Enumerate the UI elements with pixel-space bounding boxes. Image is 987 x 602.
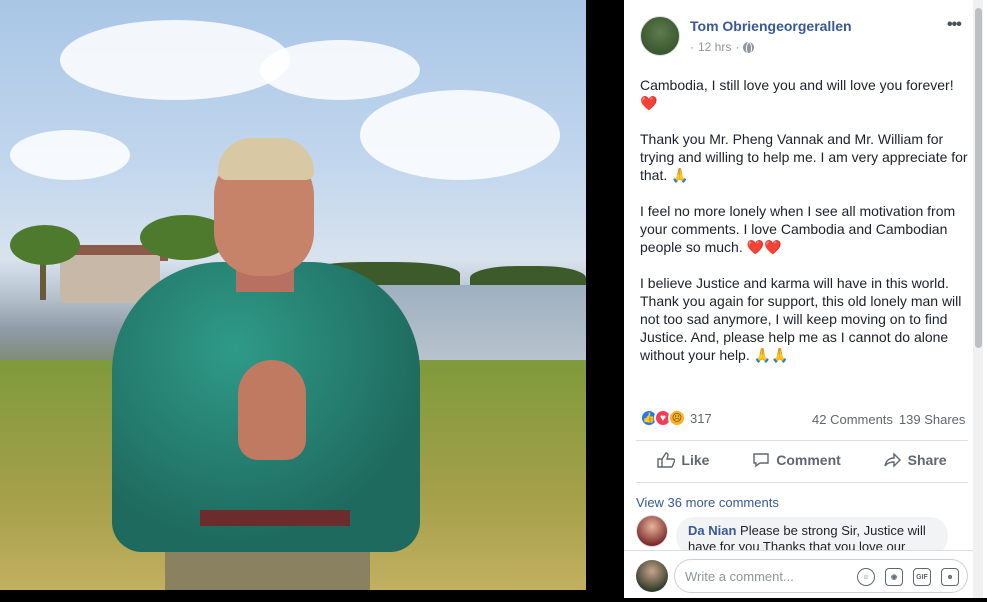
like-label: Like [681,452,710,468]
composer-icons: ☺ ◉ GIF ☻ [857,560,959,594]
post-photo[interactable] [0,0,586,590]
divider [636,440,968,441]
hearts-emoji: ❤️❤️ [746,239,782,255]
author-avatar[interactable] [640,16,680,56]
comment-input[interactable]: Write a comment... ☺ ◉ GIF ☻ [674,559,968,593]
current-user-avatar [636,560,668,592]
emoji-icon[interactable]: ☺ [857,568,875,586]
share-label: Share [907,452,947,468]
reactions-summary[interactable]: 👍 ♥ ☹ 317 [640,409,712,427]
comments-count[interactable]: 42 Comments [812,412,893,427]
post-paragraph: I feel no more lonely when I see all mot… [640,203,956,255]
globe-icon[interactable] [743,41,755,55]
post-paragraph: I believe Justice and karma will have in… [640,275,962,363]
sad-icon: ☹ [668,409,686,427]
divider [636,482,968,483]
comment-composer: Write a comment... ☺ ◉ GIF ☻ [624,550,973,598]
cloud [360,90,560,180]
shares-count[interactable]: 139 Shares [899,412,966,427]
pray-emoji: 🙏 [671,167,689,183]
reaction-count: 317 [690,410,712,426]
palm-leaves [10,225,80,265]
camera-icon[interactable]: ◉ [885,568,903,586]
meta-separator: · [690,40,694,54]
person-belt [200,510,350,526]
commenter-avatar[interactable] [636,515,668,547]
person-hair [218,138,314,180]
action-bar: Like Comment Share [636,446,968,474]
post-body: Cambodia, I still love you and will love… [640,76,970,382]
cloud [10,130,130,180]
gif-icon[interactable]: GIF [913,568,931,586]
thumbs-up-icon [657,452,676,468]
commenter-name[interactable]: Da Nian [688,523,736,538]
scrollbar-thumb[interactable] [975,8,982,348]
sticker-icon[interactable]: ☻ [941,568,959,586]
post-meta: · 12 hrs · [690,40,755,55]
heart-emoji: ❤️ [640,95,658,111]
photo-viewer: Tom Obriengeorgerallen · 12 hrs · ••• Ca… [0,0,987,602]
post-paragraph: Cambodia, I still love you and will love… [640,77,954,111]
post-time[interactable]: 12 hrs [698,40,731,54]
engagement-counts: 42 Comments 139 Shares [812,412,965,427]
cloud [260,40,420,100]
post-paragraph: Thank you Mr. Pheng Vannak and Mr. Willi… [640,131,968,183]
comment-placeholder: Write a comment... [685,568,794,584]
more-options-icon[interactable]: ••• [947,16,962,34]
share-icon [883,452,901,468]
meta-separator: · [735,40,740,54]
comment-icon [753,453,769,468]
pray-emoji: 🙏🙏 [753,347,789,363]
author-name[interactable]: Tom Obriengeorgerallen [690,18,852,34]
share-button[interactable]: Share [876,446,955,474]
view-more-comments-link[interactable]: View 36 more comments [636,495,779,510]
comment-label: Comment [776,452,841,468]
comment-button[interactable]: Comment [744,446,849,474]
person-hands [238,360,306,460]
cloud [60,20,290,100]
like-button[interactable]: Like [649,446,717,474]
